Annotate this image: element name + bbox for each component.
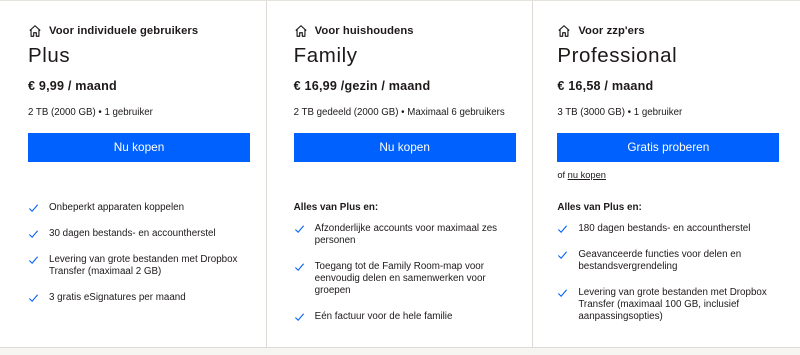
plan-audience: Voor individuele gebruikers xyxy=(28,23,246,39)
pricing-plans: Voor individuele gebruikers Plus € 9,99 … xyxy=(0,0,800,355)
plan-card-plus: Voor individuele gebruikers Plus € 9,99 … xyxy=(0,1,267,348)
plan-audience-label: Voor zzp'ers xyxy=(578,25,645,37)
checkmark-icon xyxy=(28,230,39,239)
plan-audience: Voor zzp'ers xyxy=(557,23,780,39)
home-icon xyxy=(29,25,41,37)
checkmark-icon xyxy=(294,313,304,322)
plan-audience: Voor huishoudens xyxy=(294,23,513,39)
plan-audience-label: Voor huishoudens xyxy=(314,25,414,37)
feature-text: Onbeperkt apparaten koppelen xyxy=(49,202,185,213)
alt-purchase-prefix: of xyxy=(557,170,566,180)
home-icon xyxy=(558,25,570,37)
feature-item: 30 dagen bestands- en accountherstel xyxy=(28,228,246,240)
plan-price: € 9,99 / maand xyxy=(28,79,117,93)
feature-item: 180 dagen bestands- en accountherstel xyxy=(557,223,780,235)
checkmark-icon xyxy=(558,225,568,234)
feature-item: Eén factuur voor de hele familie xyxy=(294,311,513,323)
feature-text: Levering van grote bestanden met Dropbox… xyxy=(578,287,767,322)
plan-storage: 2 TB gedeeld (2000 GB) • Maximaal 6 gebr… xyxy=(293,107,505,118)
feature-text: 30 dagen bestands- en accountherstel xyxy=(49,228,216,239)
feature-text: Eén factuur voor de hele familie xyxy=(314,311,453,322)
plan-storage: 2 TB (2000 GB) • 1 gebruiker xyxy=(28,107,153,118)
feature-text: Levering van grote bestanden met Dropbox… xyxy=(49,254,238,277)
feature-text: 180 dagen bestands- en accountherstel xyxy=(578,223,751,234)
buy-now-link[interactable]: nu kopen xyxy=(568,170,606,180)
buy-now-button[interactable]: Nu kopen xyxy=(293,133,516,162)
feature-item: Geavanceerde functies voor delen en best… xyxy=(557,249,780,273)
checkmark-icon xyxy=(28,294,39,303)
plan-card-family: Voor huishoudens Family € 16,99 /gezin /… xyxy=(266,1,534,348)
alt-purchase-text xyxy=(294,170,513,182)
buy-now-button[interactable]: Nu kopen xyxy=(28,133,250,162)
feature-text: Afzonderlijke accounts voor maximaal zes… xyxy=(314,223,498,246)
checkmark-icon xyxy=(558,251,568,260)
feature-item: Toegang tot de Family Room-map voor eenv… xyxy=(294,261,513,297)
plan-price: € 16,99 /gezin / maand xyxy=(293,79,431,93)
free-trial-button[interactable]: Gratis proberen xyxy=(557,133,780,162)
feature-item: Afzonderlijke accounts voor maximaal zes… xyxy=(294,223,513,247)
checkmark-icon xyxy=(558,289,568,298)
plan-audience-label: Voor individuele gebruikers xyxy=(49,25,199,37)
feature-list: Afzonderlijke accounts voor maximaal zes… xyxy=(294,223,513,323)
plan-name: Plus xyxy=(28,44,71,67)
feature-list: 180 dagen bestands- en accountherstel Ge… xyxy=(557,223,780,323)
feature-list: Onbeperkt apparaten koppelen 30 dagen be… xyxy=(28,202,246,304)
feature-item: 3 gratis eSignatures per maand xyxy=(28,292,246,304)
alt-purchase-text: of nu kopen xyxy=(557,170,780,182)
checkmark-icon xyxy=(28,256,39,265)
includes-heading: Alles van Plus en: xyxy=(293,202,379,213)
plan-card-professional: Voor zzp'ers Professional € 16,58 / maan… xyxy=(533,1,800,348)
checkmark-icon xyxy=(28,204,39,213)
plan-name: Professional xyxy=(557,44,678,67)
feature-item: Levering van grote bestanden met Dropbox… xyxy=(28,254,246,278)
plan-storage: 3 TB (3000 GB) • 1 gebruiker xyxy=(557,107,683,118)
feature-text: 3 gratis eSignatures per maand xyxy=(49,292,186,303)
feature-item: Onbeperkt apparaten koppelen xyxy=(28,202,246,214)
plan-price: € 16,58 / maand xyxy=(557,79,654,93)
home-icon xyxy=(295,25,307,37)
plan-name: Family xyxy=(293,44,358,67)
checkmark-icon xyxy=(294,225,304,234)
feature-text: Toegang tot de Family Room-map voor eenv… xyxy=(314,261,486,296)
feature-text: Geavanceerde functies voor delen en best… xyxy=(578,249,742,272)
alt-purchase-text xyxy=(28,170,246,182)
checkmark-icon xyxy=(294,263,304,272)
feature-item: Levering van grote bestanden met Dropbox… xyxy=(557,287,780,323)
includes-heading: Alles van Plus en: xyxy=(557,202,642,213)
